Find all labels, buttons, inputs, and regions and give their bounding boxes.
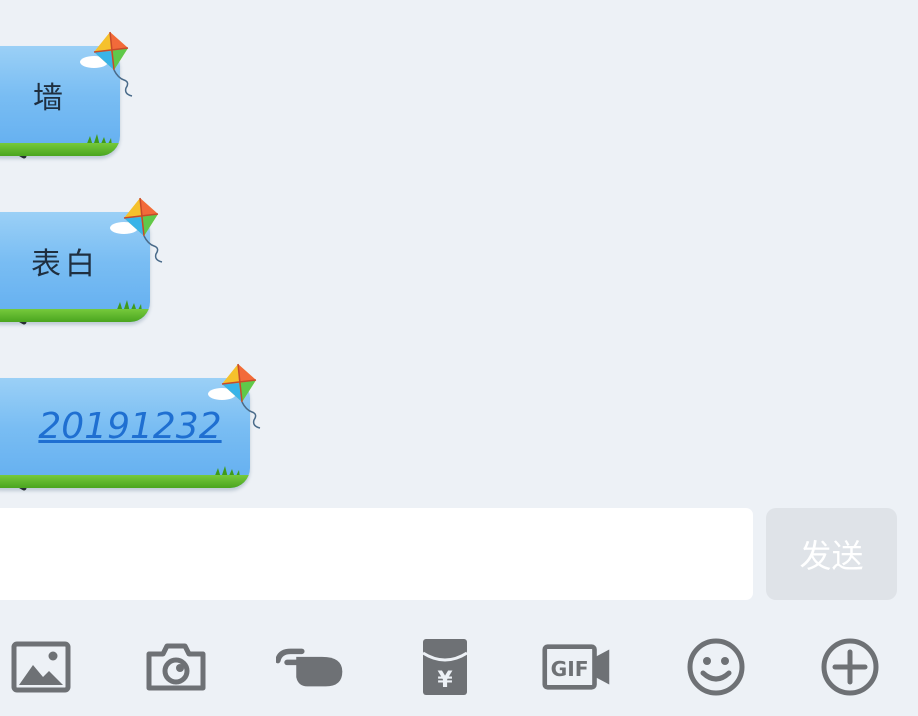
emoji-button[interactable] bbox=[681, 632, 751, 702]
image-button[interactable] bbox=[6, 632, 76, 702]
send-button[interactable]: 发送 bbox=[766, 508, 897, 600]
poke-button[interactable] bbox=[276, 632, 346, 702]
svg-text:¥: ¥ bbox=[437, 668, 453, 693]
red-packet-icon: ¥ bbox=[422, 639, 468, 695]
camera-icon bbox=[146, 643, 206, 691]
kite-icon bbox=[110, 197, 163, 263]
message-input[interactable] bbox=[0, 508, 753, 600]
red-packet-button[interactable]: ¥ bbox=[410, 632, 480, 702]
chat-message-list[interactable]: 墙 表白 20191232 bbox=[0, 0, 918, 500]
kite-icon bbox=[208, 363, 261, 429]
poke-icon bbox=[276, 648, 343, 687]
gif-button[interactable]: GIF bbox=[542, 632, 612, 702]
image-icon bbox=[11, 641, 71, 693]
message-input-bar: 发送 bbox=[0, 508, 918, 600]
more-button[interactable] bbox=[815, 632, 885, 702]
plus-icon bbox=[821, 638, 879, 696]
gif-icon: GIF bbox=[542, 644, 610, 690]
svg-text:GIF: GIF bbox=[551, 657, 589, 681]
emoji-icon bbox=[687, 638, 745, 696]
chat-toolbar: ¥ GIF bbox=[0, 612, 918, 716]
kite-icon bbox=[80, 31, 133, 97]
camera-button[interactable] bbox=[141, 632, 211, 702]
